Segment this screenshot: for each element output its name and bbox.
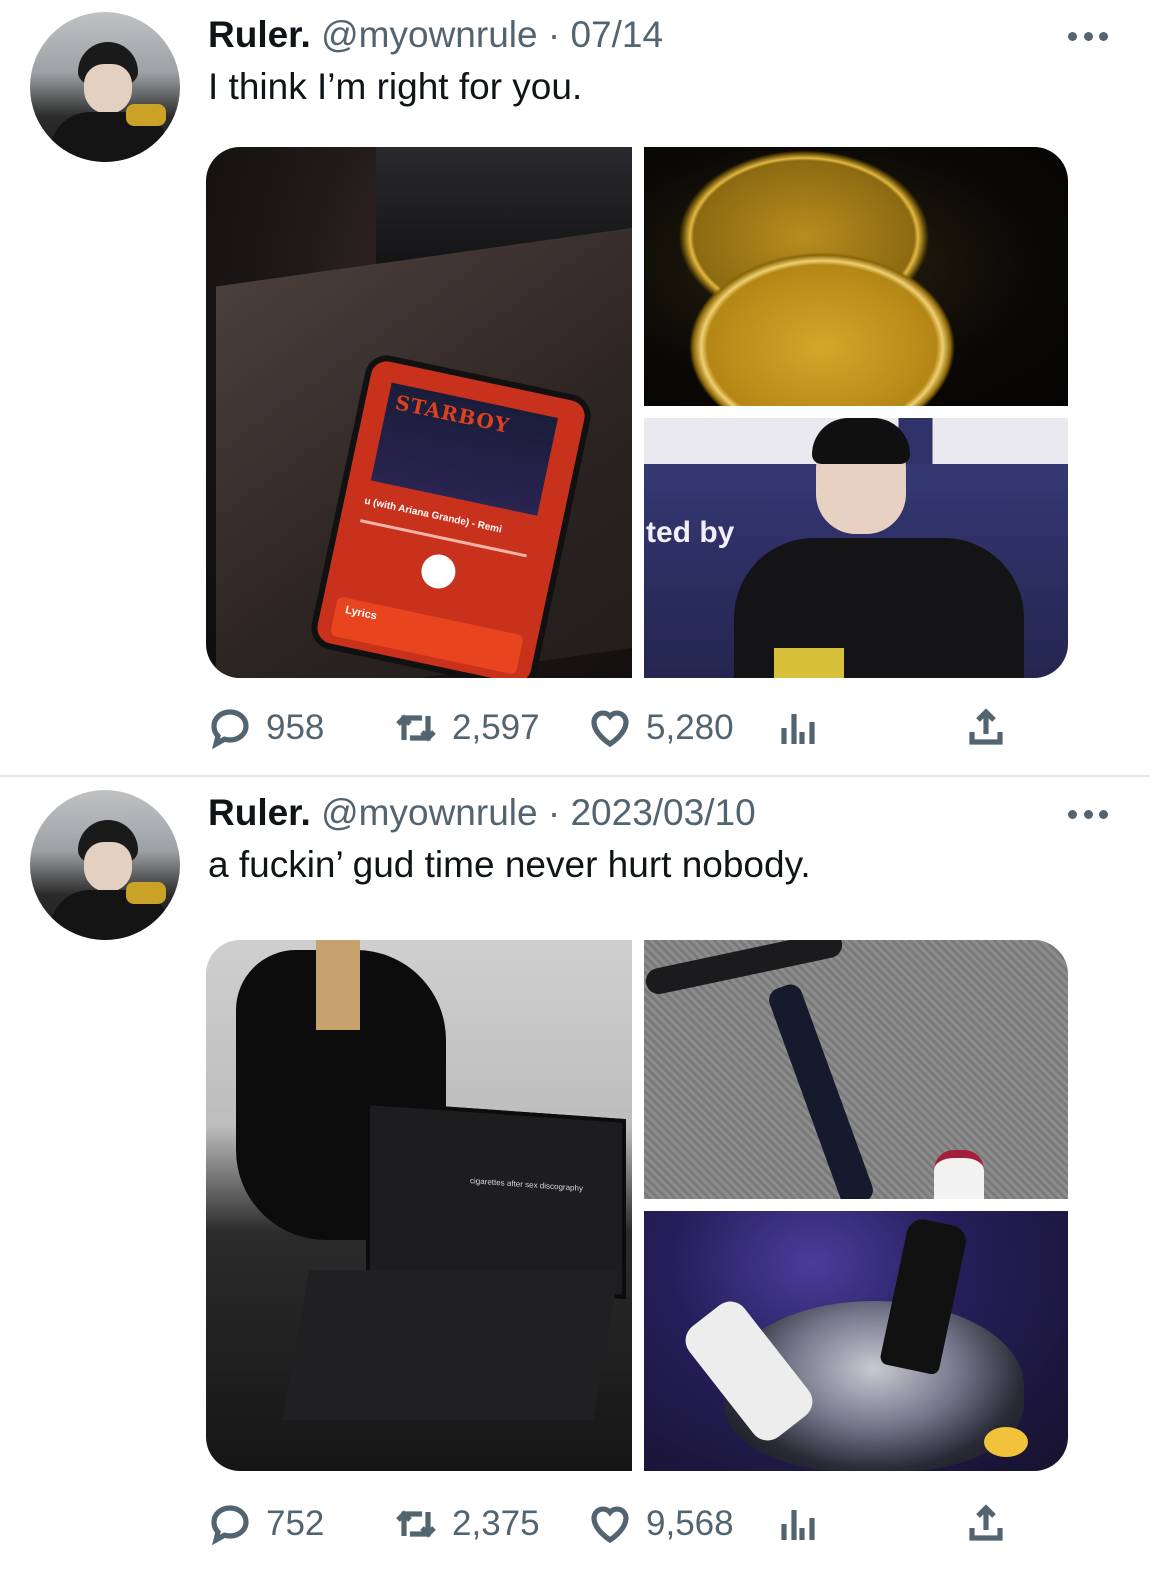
photo-bike[interactable] [644, 940, 1068, 1199]
share-icon [969, 1504, 1003, 1541]
avatar-face [84, 842, 132, 892]
header-separator: · [547, 14, 561, 55]
author-handle[interactable]: @myownrule [321, 14, 537, 55]
photo-spotify[interactable]: STARBOY u (with Ariana Grande) - Remi Ly… [206, 147, 632, 678]
keyboard-shape [282, 1270, 620, 1420]
like-button[interactable]: 5,280 [586, 700, 734, 756]
avatar-stripe [126, 104, 166, 126]
tweet[interactable]: Ruler. @myownrule · 07/14 I think I’m ri… [0, 0, 1170, 776]
tweet-header: Ruler. @myownrule · 2023/03/10 [208, 792, 756, 834]
reply-count: 958 [266, 708, 325, 747]
photo-player[interactable]: ted by [644, 418, 1068, 678]
person-hair [812, 418, 910, 464]
views-icon [781, 1510, 815, 1540]
heart-icon [591, 710, 629, 748]
action-bar: 958 2,597 5,280 [206, 700, 1026, 756]
reply-button[interactable]: 752 [206, 1496, 324, 1552]
share-button[interactable] [962, 700, 1010, 756]
backdrop-text: ted by [646, 516, 735, 549]
reply-button[interactable]: 958 [206, 700, 324, 756]
retweet-button[interactable]: 2,375 [392, 1496, 540, 1552]
media-grid: cigarettes after sex discography [206, 940, 1068, 1471]
media-grid: STARBOY u (with Ariana Grande) - Remi Ly… [206, 147, 1068, 678]
header-separator: · [547, 792, 561, 833]
more-icon[interactable] [1068, 808, 1108, 820]
author-name[interactable]: Ruler. [208, 14, 311, 55]
author-name[interactable]: Ruler. [208, 792, 311, 833]
share-button[interactable] [962, 1496, 1010, 1552]
avatar-stripe [126, 882, 166, 904]
reply-icon [211, 1505, 249, 1546]
photo-lemon[interactable] [644, 147, 1068, 406]
tweet-text: I think I’m right for you. [208, 66, 583, 107]
like-count: 9,568 [646, 1504, 734, 1543]
tweet-date[interactable]: 2023/03/10 [570, 792, 755, 833]
like-count: 5,280 [646, 708, 734, 747]
tweet-header: Ruler. @myownrule · 07/14 [208, 14, 663, 56]
handlebar-shape [644, 940, 845, 997]
lemon-slice [984, 1427, 1028, 1457]
heart-icon [591, 1506, 629, 1544]
pause-icon [418, 551, 459, 592]
tweet-date[interactable]: 07/14 [570, 14, 663, 55]
more-icon[interactable] [1068, 30, 1108, 42]
action-bar: 752 2,375 9,568 [206, 1496, 1026, 1552]
photo-bottles[interactable] [644, 1211, 1068, 1471]
views-icon [781, 714, 815, 744]
jersey-patch [774, 648, 844, 678]
retweet-button[interactable]: 2,597 [392, 700, 540, 756]
photo-guitar[interactable]: cigarettes after sex discography [206, 940, 632, 1471]
screen-text: cigarettes after sex discography [470, 1176, 583, 1194]
views-button[interactable] [774, 1496, 822, 1552]
shoe-shape [934, 1150, 984, 1199]
guitar-neck [316, 940, 360, 1030]
retweet-count: 2,597 [452, 708, 540, 747]
author-handle[interactable]: @myownrule [321, 792, 537, 833]
retweet-count: 2,375 [452, 1504, 540, 1543]
share-icon [969, 708, 1003, 745]
retweet-icon [396, 714, 436, 742]
retweet-icon [396, 1510, 436, 1538]
bike-frame [765, 981, 877, 1199]
views-button[interactable] [774, 700, 822, 756]
tweet-text: a fuckin’ gud time never hurt nobody. [208, 844, 811, 885]
reply-count: 752 [266, 1504, 325, 1543]
tweet[interactable]: Ruler. @myownrule · 2023/03/10 a fuckin’… [0, 778, 1170, 1596]
avatar[interactable] [30, 12, 180, 162]
divider [0, 775, 1150, 777]
avatar-face [84, 64, 132, 114]
like-button[interactable]: 9,568 [586, 1496, 734, 1552]
avatar[interactable] [30, 790, 180, 940]
reply-icon [211, 709, 249, 750]
